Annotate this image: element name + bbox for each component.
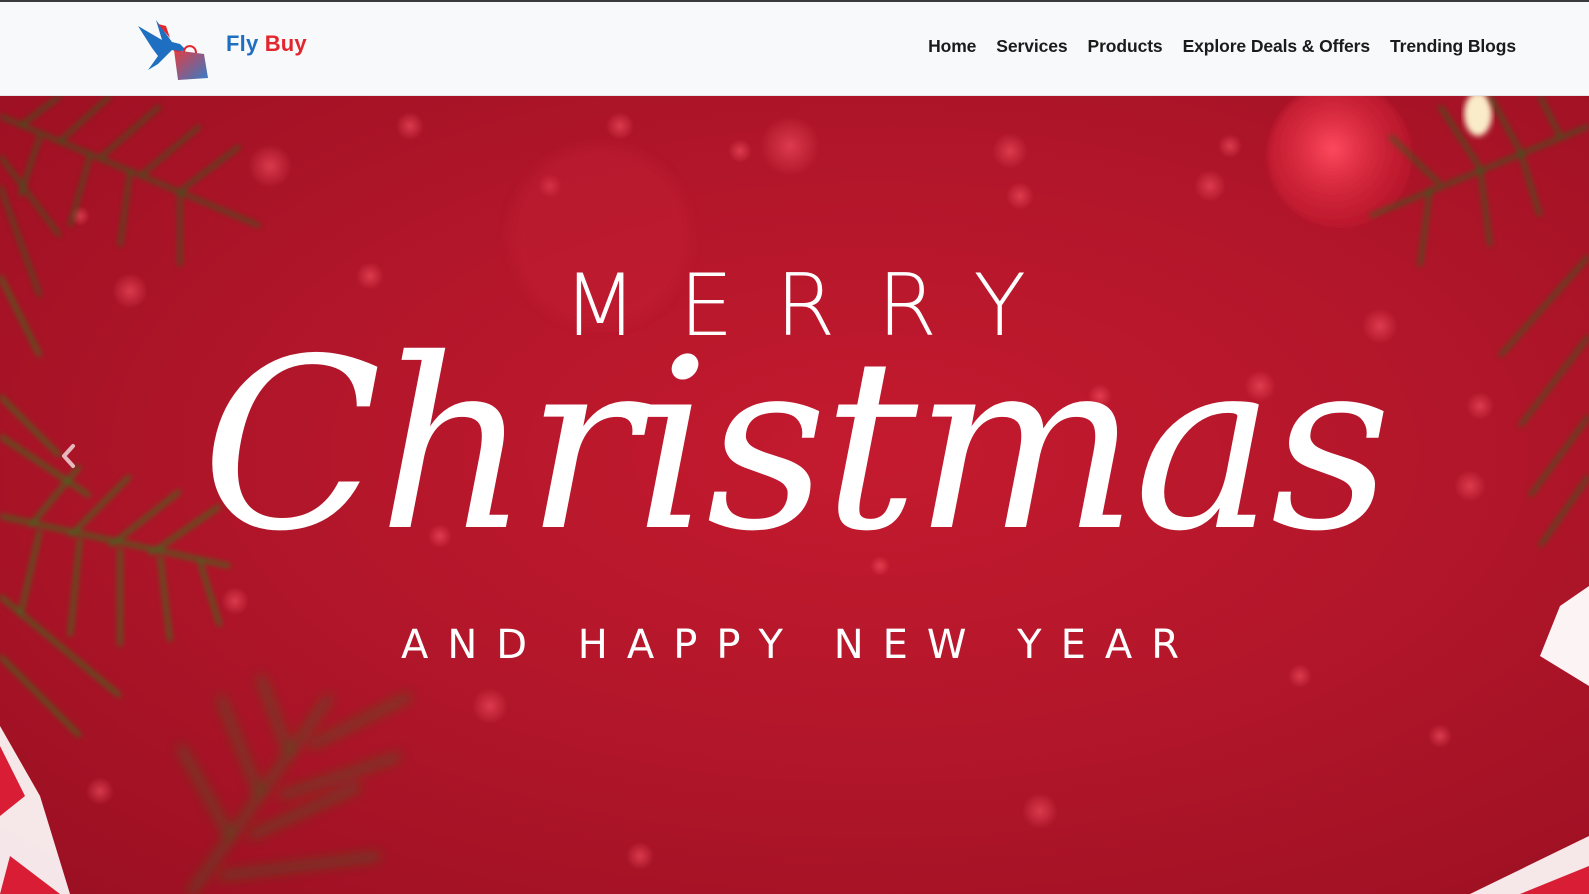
hero-carousel: MERRY Christmas AND HAPPY NEW YEAR — [0, 96, 1589, 894]
hero-headline-christmas: Christmas — [201, 308, 1391, 583]
brand-name-fly: Fly — [226, 31, 259, 56]
carousel-prev-button[interactable] — [54, 436, 82, 476]
main-nav: Home Services Products Explore Deals & O… — [928, 36, 1516, 57]
bird-shopping-bag-logo-icon — [138, 20, 208, 80]
nav-services[interactable]: Services — [996, 36, 1067, 57]
brand-name: Fly Buy — [226, 31, 307, 57]
nav-explore-deals-offers[interactable]: Explore Deals & Offers — [1183, 36, 1371, 57]
navbar: Fly Buy Home Services Products Explore D… — [0, 2, 1589, 96]
nav-products[interactable]: Products — [1088, 36, 1163, 57]
nav-trending-blogs[interactable]: Trending Blogs — [1390, 36, 1516, 57]
brand-name-buy: Buy — [264, 31, 307, 56]
hero-headline-happy-new-year: AND HAPPY NEW YEAR — [400, 622, 1199, 668]
chevron-left-icon — [62, 444, 75, 468]
brand[interactable]: Fly Buy — [136, 18, 307, 82]
nav-home[interactable]: Home — [928, 36, 976, 57]
